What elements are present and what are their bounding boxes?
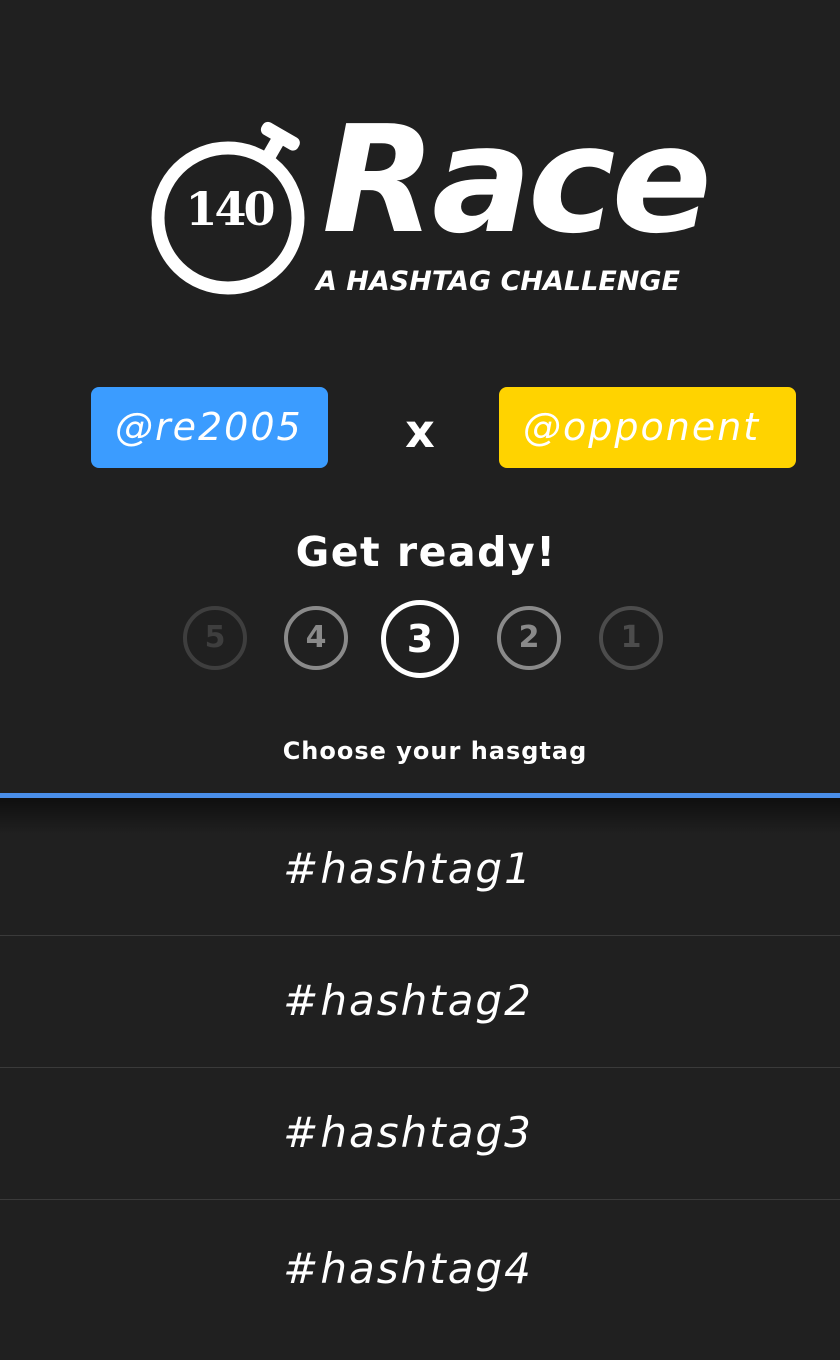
countdown-step-5: 5 [183, 606, 247, 670]
versus-label: x [405, 404, 435, 458]
logo-number: 140 [185, 182, 275, 236]
hashtag-option-3[interactable]: #hashtag3 [0, 1068, 840, 1200]
get-ready-heading: Get ready! [295, 528, 557, 576]
countdown-step-current: 3 [381, 600, 459, 678]
countdown-step-2: 2 [497, 606, 561, 670]
app-logo: 140 Race A HASHTAG CHALLENGE [150, 94, 712, 308]
player-handle-badge[interactable]: @re2005 [91, 387, 328, 468]
hashtag-option-label: #hashtag3 [283, 1108, 533, 1157]
hashtag-option-2[interactable]: #hashtag2 [0, 936, 840, 1068]
hashtag-option-label: #hashtag1 [283, 844, 533, 893]
hashtag-option-label: #hashtag4 [283, 1244, 533, 1293]
app-screen: 140 Race A HASHTAG CHALLENGE @re2005 x @… [0, 0, 840, 1360]
hashtag-option-label: #hashtag2 [283, 976, 533, 1025]
opponent-handle-badge[interactable]: @opponent [499, 387, 796, 468]
choose-hashtag-label: Choose your hasgtag [282, 737, 588, 765]
logo-tagline: A HASHTAG CHALLENGE [316, 266, 680, 297]
countdown-step-1: 1 [599, 606, 663, 670]
hashtag-list: #hashtag1 #hashtag2 #hashtag3 #hashtag4 [0, 798, 840, 1332]
hashtag-option-1[interactable]: #hashtag1 [0, 798, 840, 936]
countdown-step-4: 4 [284, 606, 348, 670]
logo-wordmark: Race [322, 94, 712, 266]
hashtag-option-4[interactable]: #hashtag4 [0, 1200, 840, 1332]
